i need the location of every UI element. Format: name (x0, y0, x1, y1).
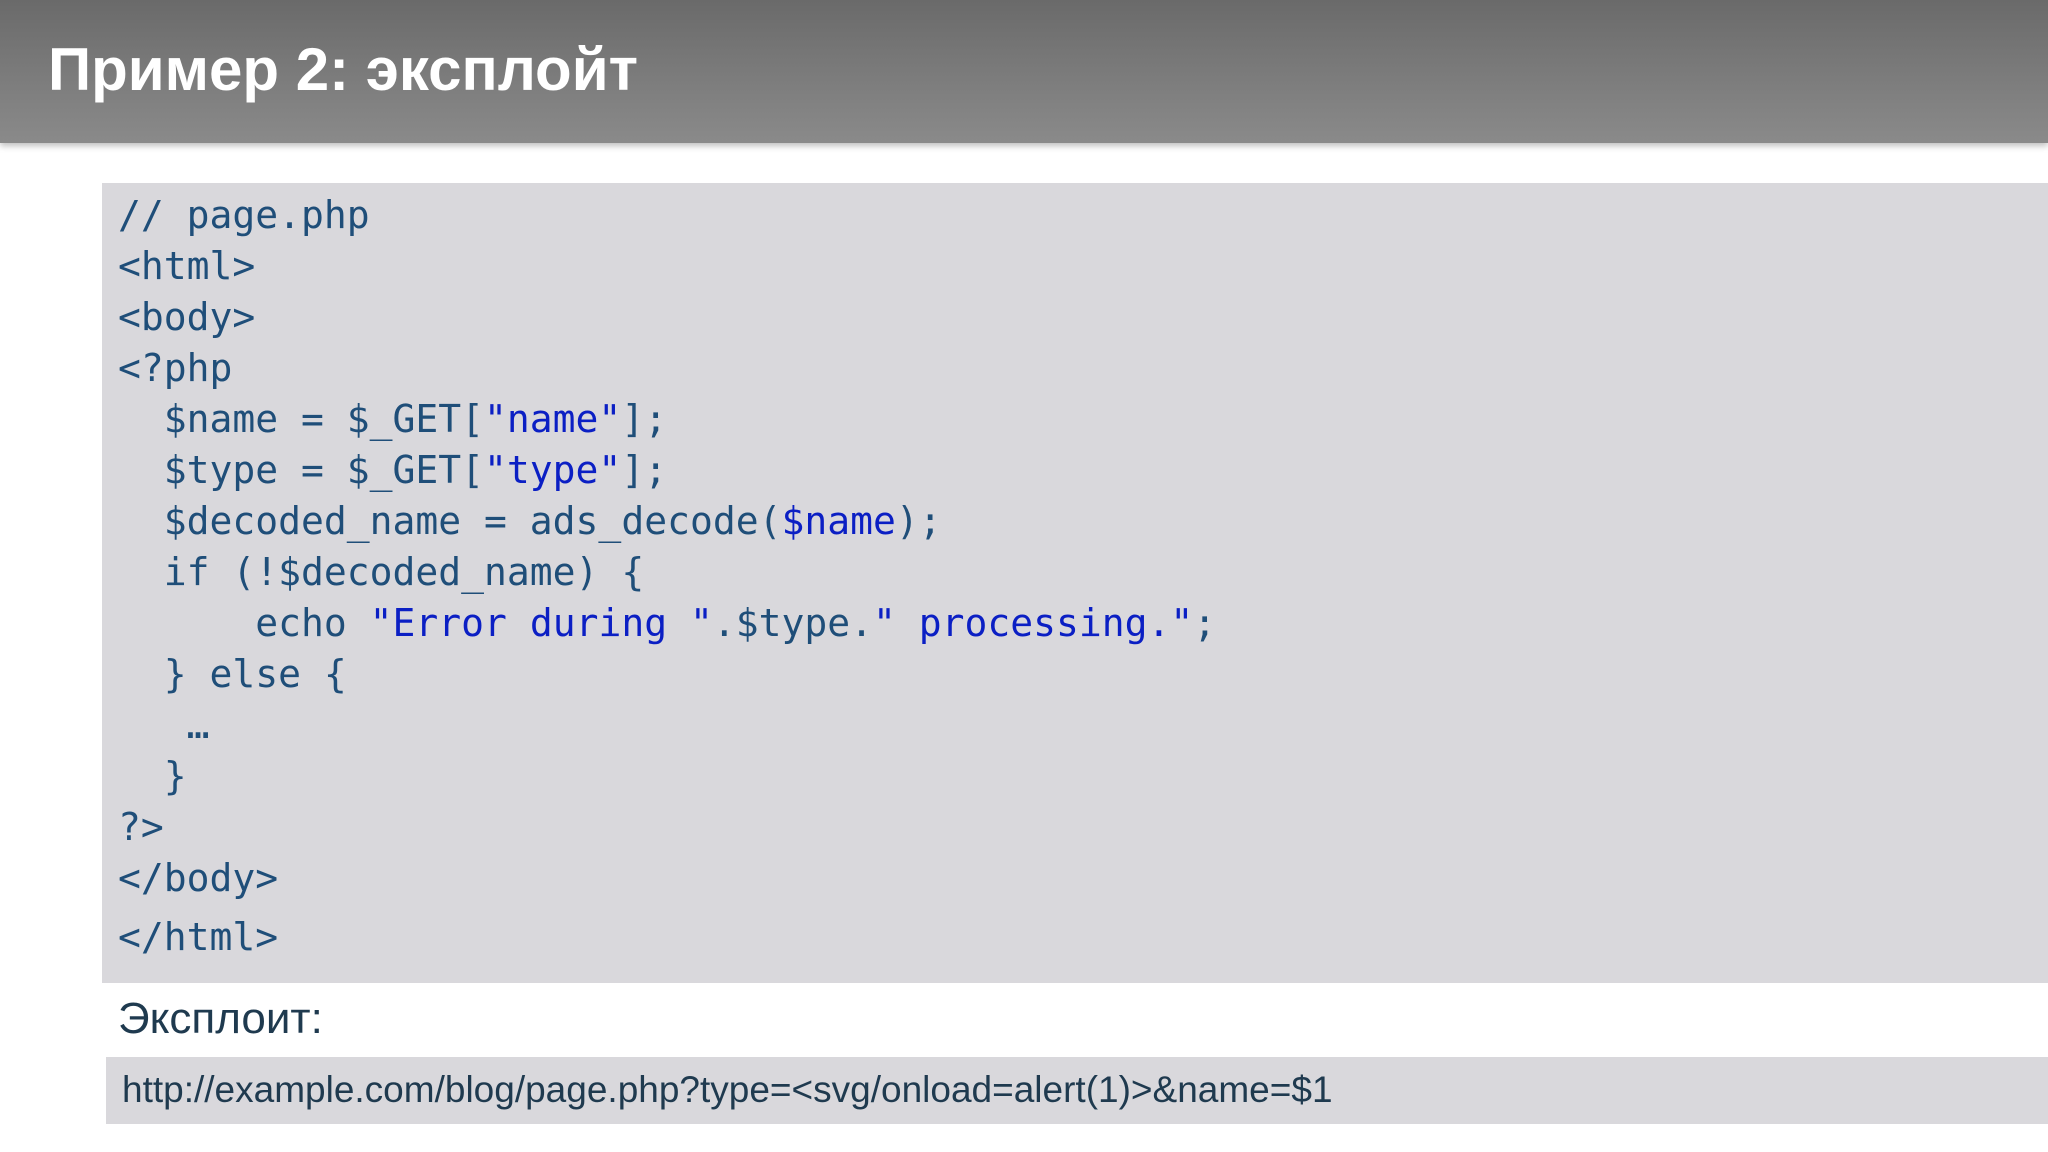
exploit-url: http://example.com/blog/page.php?type=<s… (122, 1069, 1333, 1110)
code-token: ]; (621, 397, 668, 441)
code-line-comment: // page.php (118, 193, 370, 237)
slide-title: Пример 2: эксплойт (48, 36, 638, 103)
code-line-php-open: <?php (118, 346, 233, 390)
code-token: ); (895, 499, 942, 543)
code-token: echo (118, 601, 370, 645)
code-line-echo: echo "Error during ".$type." processing.… (118, 600, 1216, 646)
code-line-name-assign: $name = $_GET["name"]; (118, 396, 667, 442)
code-token: $name = $_GET[ (118, 397, 485, 441)
code-line-html-close: </html> (118, 915, 279, 959)
code-line-body-open: <body> (118, 295, 256, 339)
code-line-html-open: <html> (118, 244, 256, 288)
code-line-php-close: ?> (118, 805, 164, 849)
code-string: "Error during " (369, 601, 713, 645)
code-string: "name" (484, 397, 622, 441)
code-line-type-assign: $type = $_GET["type"]; (118, 447, 667, 493)
slide: Пример 2: эксплойт // page.php <html> <b… (0, 0, 2048, 1152)
code-token: $type = $_GET[ (118, 448, 485, 492)
code-line-body-close: </body> (118, 856, 279, 900)
code-line-if: if (!$decoded_name) { (118, 550, 645, 594)
code-token: ]; (621, 448, 668, 492)
code-token: $decoded_name = ads_decode( (118, 499, 782, 543)
code-line-else: } else { (118, 652, 347, 696)
exploit-heading: Эксплоит: (118, 994, 323, 1043)
code-string: "type" (484, 448, 622, 492)
title-bar: Пример 2: эксплойт (0, 0, 2048, 143)
code-string: " processing." (873, 601, 1194, 645)
code-line-close-brace: } (118, 754, 187, 798)
code-line-decode: $decoded_name = ads_decode($name); (118, 498, 942, 544)
code-variable: $name (781, 499, 896, 543)
code-token: ; (1193, 601, 1217, 645)
code-token: .$type. (712, 601, 873, 645)
code-line-ellipsis: … (118, 703, 210, 747)
